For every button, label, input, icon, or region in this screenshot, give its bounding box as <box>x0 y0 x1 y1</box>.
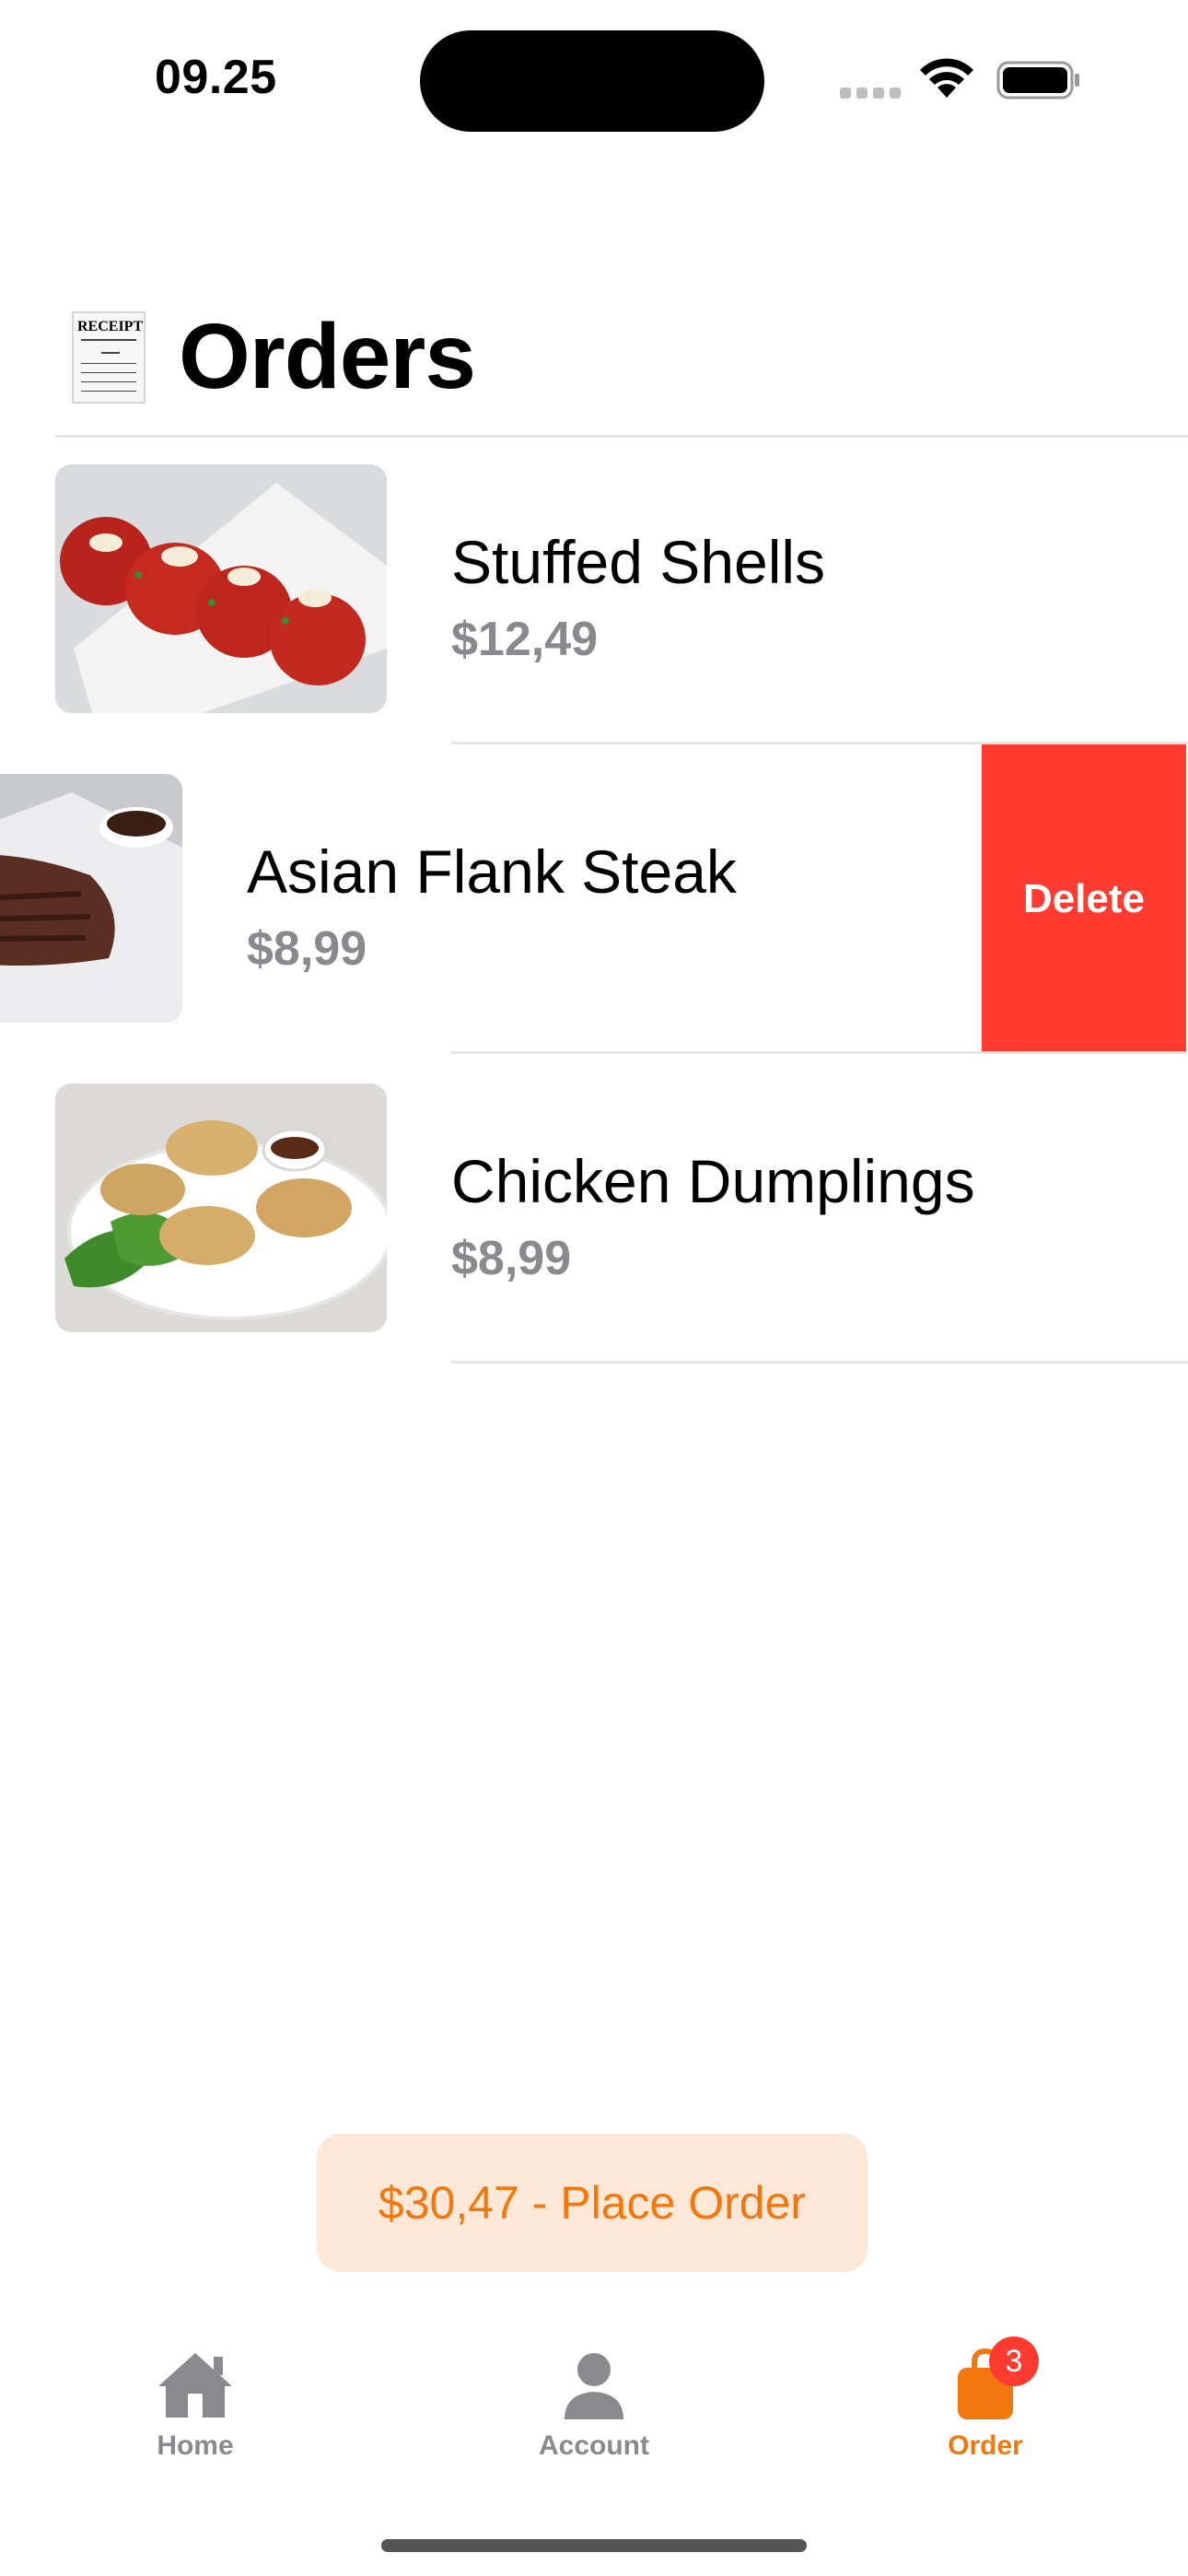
page-title: Orders <box>179 305 476 408</box>
tab-home[interactable]: Home <box>85 2348 306 2476</box>
order-row-content[interactable]: Asian Flank Steak $8,99 <box>0 744 984 1054</box>
place-order-button[interactable]: $30,47 - Place Order <box>317 2134 868 2272</box>
tab-order[interactable]: 3 Order <box>875 2336 1096 2476</box>
order-count-badge: 3 <box>989 2336 1039 2386</box>
dynamic-island <box>420 30 764 132</box>
flank-steak-photo <box>0 774 182 1023</box>
item-price: $8,99 <box>451 1232 572 1285</box>
tab-label: Order <box>948 2430 1023 2461</box>
chicken-dumplings-photo <box>55 1083 387 1332</box>
cellular-signal-icon <box>840 88 903 99</box>
item-name: Stuffed Shells <box>451 528 826 596</box>
wifi-icon <box>920 58 973 98</box>
house-icon <box>151 2348 239 2421</box>
stuffed-shells-photo <box>55 464 387 713</box>
item-price: $8,99 <box>247 922 367 976</box>
tab-account[interactable]: Account <box>483 2348 705 2476</box>
status-time: 09.25 <box>155 51 277 104</box>
home-indicator[interactable] <box>381 2539 807 2552</box>
order-row-content[interactable]: Chicken Dumplings $8,99 <box>0 1054 1188 1364</box>
receipt-icon-text: RECEIPT <box>77 319 144 334</box>
receipt-icon: RECEIPT <box>72 311 146 404</box>
tab-label: Account <box>539 2430 649 2461</box>
divider <box>451 1361 1188 1364</box>
bag-icon: 3 <box>941 2336 1039 2421</box>
tab-label: Home <box>157 2430 234 2461</box>
battery-icon <box>996 61 1079 100</box>
item-name: Chicken Dumplings <box>451 1147 975 1215</box>
item-price: $12,49 <box>451 613 599 666</box>
delete-button[interactable]: Delete <box>982 744 1186 1054</box>
order-row[interactable]: Chicken Dumplings $8,99 <box>0 1054 1188 1364</box>
order-row[interactable]: Stuffed Shells $12,49 <box>0 435 1188 744</box>
item-name: Asian Flank Steak <box>247 837 737 906</box>
person-icon <box>550 2348 638 2421</box>
order-row-content[interactable]: Stuffed Shells $12,49 <box>0 435 1188 744</box>
order-row[interactable]: Asian Flank Steak $8,99 Delete <box>0 744 1188 1054</box>
